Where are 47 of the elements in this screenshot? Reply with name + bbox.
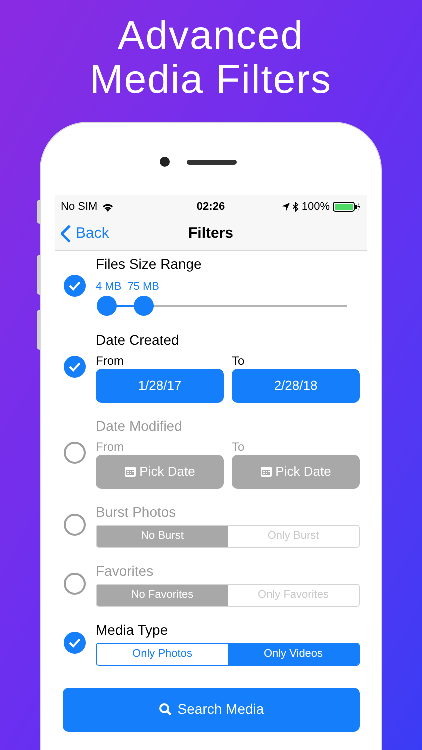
checkbox[interactable] <box>64 573 86 595</box>
search-icon <box>158 703 172 716</box>
checkmark-icon <box>69 280 81 291</box>
checkbox[interactable] <box>64 632 86 654</box>
checkbox[interactable] <box>64 274 86 297</box>
filter-title: Favorites <box>96 562 155 580</box>
date-button[interactable]: Pick Date <box>232 454 360 488</box>
checkmark-icon <box>69 638 81 648</box>
screen-title: Filters <box>188 224 234 244</box>
chevron-left-icon <box>61 225 71 244</box>
filter-title: Media Type <box>96 620 170 638</box>
checkmark-icon <box>69 362 81 372</box>
date-button[interactable]: 2/28/18 <box>232 368 360 402</box>
bluetooth-icon <box>292 202 299 212</box>
segment[interactable]: No Favorites <box>97 584 228 606</box>
filter-title: Date Modified <box>96 416 184 434</box>
checkbox[interactable] <box>64 514 86 536</box>
field-label: To <box>232 440 246 454</box>
headline: Advanced <box>118 14 304 58</box>
battery-label: 100% <box>302 200 330 215</box>
range-value: 4 MB <box>96 280 122 295</box>
slider-thumb[interactable] <box>96 296 117 316</box>
filter-title: Burst Photos <box>96 502 178 520</box>
filter-title: Date Created <box>96 330 180 348</box>
field-label: To <box>232 354 246 368</box>
date-button[interactable]: Pick Date <box>96 454 224 488</box>
search-button[interactable]: Search Media <box>63 688 360 732</box>
field-label: From <box>96 440 125 454</box>
speaker-icon <box>187 160 237 165</box>
field-label: From <box>96 354 125 368</box>
range-value: 75 MB <box>128 280 160 295</box>
segment[interactable]: No Burst <box>97 526 228 546</box>
back-button[interactable]: Back <box>61 223 110 246</box>
battery-icon <box>332 202 361 212</box>
carrier-label: No SIM <box>61 200 98 215</box>
checkbox[interactable] <box>64 356 86 378</box>
clock: 02:26 <box>196 200 226 215</box>
date-button[interactable]: 1/28/17 <box>96 368 224 402</box>
calendar-icon <box>124 466 136 477</box>
checkbox[interactable] <box>64 442 86 464</box>
wifi-icon <box>102 202 114 212</box>
segment[interactable]: Only Videos <box>228 644 359 664</box>
headline: Media Filters <box>90 58 332 102</box>
calendar-icon <box>260 466 272 477</box>
location-arrow-icon <box>282 203 290 211</box>
slider-thumb[interactable] <box>134 296 154 316</box>
filter-title: Files Size Range <box>96 255 203 273</box>
